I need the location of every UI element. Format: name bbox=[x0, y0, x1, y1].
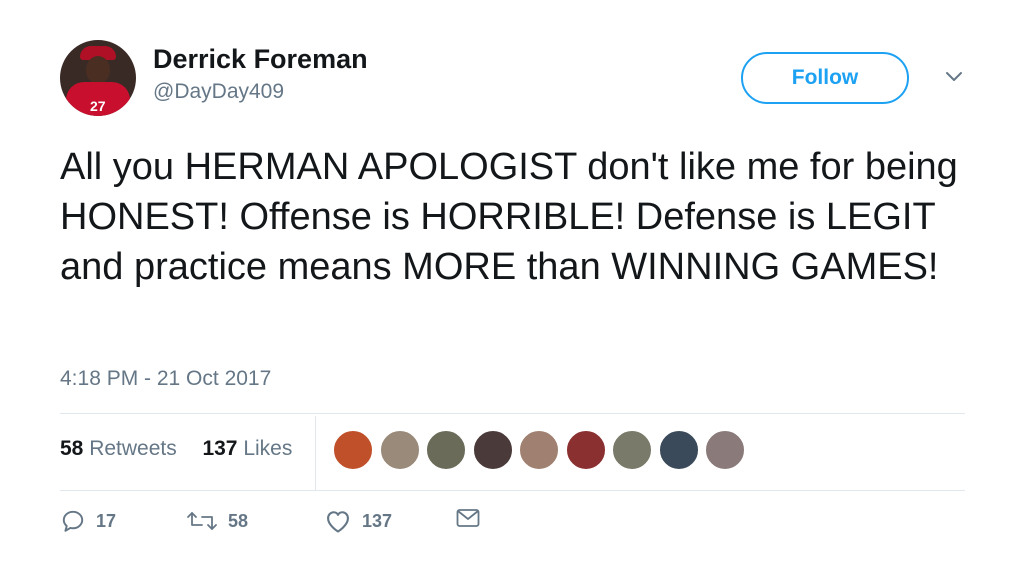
retweet-action[interactable]: 58 bbox=[186, 508, 248, 534]
chevron-down-icon[interactable] bbox=[944, 70, 964, 84]
liker-avatar[interactable] bbox=[612, 430, 652, 470]
liker-avatar[interactable] bbox=[565, 430, 606, 470]
follow-button[interactable]: Follow bbox=[741, 52, 909, 104]
tweet-text: All you HERMAN APOLOGIST don't like me f… bbox=[60, 146, 958, 288]
reply-icon bbox=[62, 510, 84, 532]
liker-avatar[interactable] bbox=[705, 430, 745, 470]
liker-avatar[interactable] bbox=[426, 430, 466, 470]
retweets-label: Retweets bbox=[89, 437, 177, 460]
liker-avatar[interactable] bbox=[519, 430, 559, 470]
envelope-icon bbox=[456, 509, 480, 527]
liker-avatar[interactable] bbox=[658, 430, 699, 470]
liker-avatar[interactable] bbox=[472, 430, 513, 470]
user-handle[interactable]: @DayDay409 bbox=[153, 80, 284, 104]
avatar[interactable]: 27 bbox=[60, 40, 136, 116]
divider-bottom bbox=[60, 490, 965, 491]
like-count: 137 bbox=[362, 510, 393, 531]
liker-avatar[interactable] bbox=[333, 430, 373, 470]
avatar-face bbox=[86, 56, 110, 84]
user-name[interactable]: Derrick Foreman bbox=[153, 44, 368, 75]
tweet-stats: 58 Retweets 137 Likes bbox=[60, 437, 292, 461]
likes-stat[interactable]: 137 Likes bbox=[202, 437, 292, 460]
reply-count: 17 bbox=[96, 510, 117, 531]
retweets-stat[interactable]: 58 Retweets bbox=[60, 437, 177, 460]
retweet-count: 58 bbox=[228, 510, 249, 531]
likes-label: Likes bbox=[243, 437, 293, 460]
avatar-jersey-number: 27 bbox=[90, 98, 106, 114]
divider-top bbox=[60, 413, 965, 414]
reply-action[interactable]: 17 bbox=[60, 508, 116, 534]
like-action[interactable]: 137 bbox=[324, 508, 392, 534]
heart-icon bbox=[327, 511, 349, 533]
stats-separator bbox=[315, 416, 316, 490]
likes-count: 137 bbox=[202, 437, 238, 460]
retweet-icon bbox=[187, 512, 217, 530]
retweets-count: 58 bbox=[60, 437, 84, 460]
liker-avatar[interactable] bbox=[379, 430, 420, 470]
direct-message-action[interactable] bbox=[456, 508, 480, 528]
tweet-timestamp[interactable]: 4:18 PM - 21 Oct 2017 bbox=[60, 367, 271, 391]
